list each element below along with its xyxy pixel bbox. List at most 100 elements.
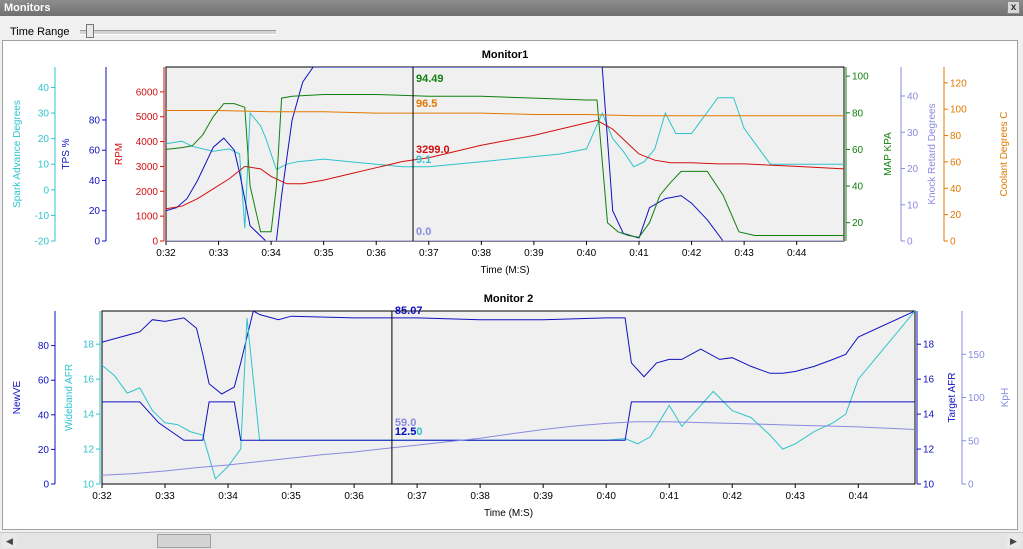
x-tick-label: 0:42 [722,491,742,502]
y-tick-label: 100 [968,393,985,404]
x-tick-label: 0:44 [849,491,869,502]
x-tick-label: 0:41 [629,248,649,259]
y-tick-label: 100 [852,72,869,83]
y-tick-label: 40 [38,410,50,421]
monitor1-chart: Monitor1 0:32 0:33 0:34 0:35 0:36 0:37 0:38 0:39… [12,49,1010,276]
y-tick-label: 0 [43,480,49,491]
x-tick-label: 0:38 [470,491,490,502]
x-tick-label: 0:40 [596,491,616,502]
y-axis-label: Spark Advance Degrees [12,100,23,208]
x-tick-label: 0:35 [281,491,301,502]
x-tick-label: 0:32 [92,491,112,502]
y-tick-label: -20 [35,237,50,248]
y-axis-label: Wideband AFR [64,364,75,431]
x-axis-label: Time (M:S) [484,508,533,519]
horizontal-scrollbar[interactable]: ◀ ▶ [0,532,1023,549]
x-tick-label: 0:42 [682,248,702,259]
x-tick-label: 0:33 [155,491,175,502]
x-tick-label: 0:36 [366,248,386,259]
y-tick-label: 10 [907,200,919,211]
y-tick-label: 4000 [136,137,159,148]
x-tick-label: 0:39 [533,491,553,502]
y-tick-label: 30 [907,128,919,139]
monitor2-chart: Monitor 2 0:32 0:33 0:34 0:35 0:36 0:37 0:38 0:3… [12,293,1011,519]
y-tick-label: 3000 [136,162,159,173]
y-tick-label: 20 [852,218,864,229]
y-axis-label: KpH [1000,388,1011,407]
y-axis-label: NewVE [12,381,23,415]
x-tick-label: 0:39 [524,248,544,259]
y-tick-label: 14 [923,410,935,421]
y-tick-label: 40 [907,92,919,103]
y-tick-label: 100 [950,105,967,116]
y-tick-label: 50 [968,436,980,447]
x-tick-label: 0:37 [407,491,427,502]
x-tick-label: 0:33 [209,248,229,259]
y-axis-label: TPS % [61,138,72,169]
scroll-right-arrow-icon[interactable]: ▶ [1006,534,1021,548]
x-tick-label: 0:43 [734,248,754,259]
cursor-value-label: 96.5 [416,98,437,110]
cursor-value-label: 12.5 [395,426,416,438]
y-axis-label: Knock Retard Degrees [927,103,938,204]
y-tick-label: 1000 [136,212,159,223]
y-tick-label: 80 [38,341,50,352]
y-axis-label: MAP KPA [883,132,894,176]
y-tick-label: 40 [852,182,864,193]
y-tick-label: 2000 [136,187,159,198]
x-tick-label: 0:36 [344,491,364,502]
x-tick-label: 0:35 [314,248,334,259]
y-tick-label: 16 [923,375,935,386]
y-tick-label: 150 [968,350,985,361]
plot-area [101,310,916,485]
y-tick-label: 5000 [136,112,159,123]
y-axis-label: RPM [114,143,125,165]
y-tick-label: 0 [94,237,100,248]
plot-area [165,66,845,242]
scroll-left-arrow-icon[interactable]: ◀ [2,534,17,548]
y-tick-label: 20 [38,134,50,145]
y-tick-label: 0 [907,237,913,248]
y-tick-label: -10 [35,211,50,222]
cursor-value-label: 0.0 [416,226,431,238]
cursor-value-label: 85.07 [395,305,423,317]
y-tick-label: 40 [950,184,962,195]
cursor-value-label: 94.49 [416,73,444,85]
y-tick-label: 20 [89,206,101,217]
x-tick-label: 0:34 [261,248,281,259]
y-tick-label: 12 [923,445,935,456]
y-tick-label: 80 [852,108,864,119]
x-tick-label: 0:34 [218,491,238,502]
y-axis-label: Coolant Degrees C [999,111,1010,196]
y-tick-label: 0 [968,480,974,491]
x-tick-label: 0:43 [786,491,806,502]
y-tick-label: 30 [38,109,50,120]
y-tick-label: 18 [923,340,935,351]
y-tick-label: 10 [38,160,50,171]
y-tick-label: 16 [83,375,95,386]
x-tick-label: 0:37 [419,248,439,259]
y-tick-label: 6000 [136,87,159,98]
y-tick-label: 20 [38,445,50,456]
y-tick-label: 0 [152,237,158,248]
x-tick-label: 0:44 [787,248,807,259]
x-axis-label: Time (M:S) [480,265,529,276]
x-tick-label: 0:40 [577,248,597,259]
y-tick-label: 14 [83,410,95,421]
y-axis-label: Target AFR [947,372,958,422]
y-tick-label: 18 [83,340,95,351]
scrollbar-thumb[interactable] [157,534,212,548]
y-tick-label: 40 [89,176,101,187]
y-tick-label: 10 [923,480,935,491]
y-tick-label: 60 [852,145,864,156]
y-tick-label: 80 [89,115,101,126]
y-tick-label: 120 [950,78,967,89]
x-tick-label: 0:41 [659,491,679,502]
y-tick-label: 60 [38,376,50,387]
y-tick-label: 20 [907,164,919,175]
y-tick-label: 60 [950,157,962,168]
y-tick-label: 10 [83,480,95,491]
cursor-value-label: 9.1 [416,154,431,166]
y-tick-label: 80 [950,131,962,142]
x-tick-label: 0:32 [156,248,176,259]
